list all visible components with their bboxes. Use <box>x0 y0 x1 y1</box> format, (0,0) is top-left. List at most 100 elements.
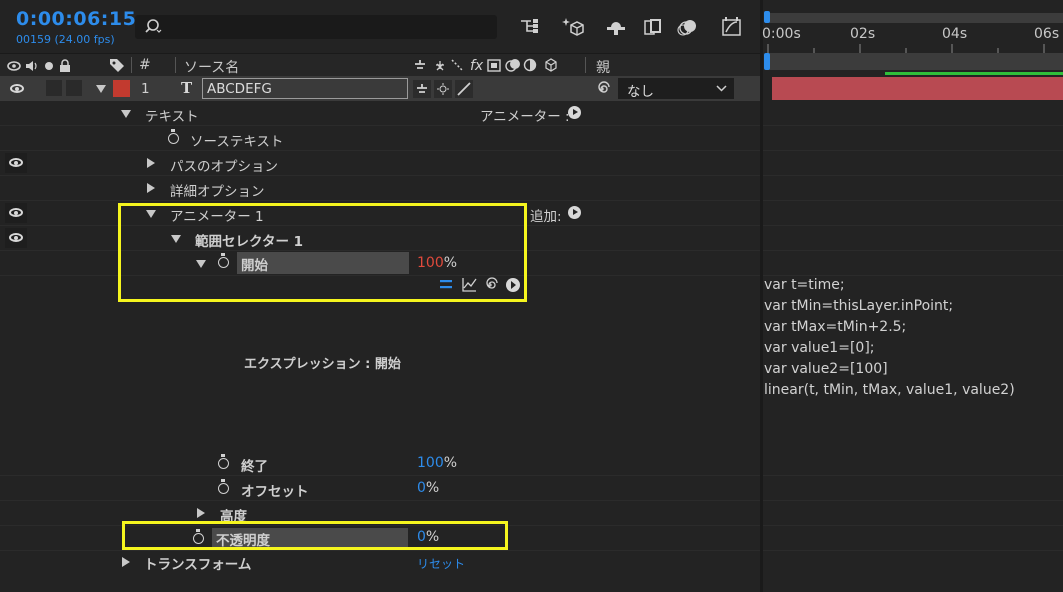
timeline-row <box>763 101 1063 126</box>
expression-line: var value1=[0]; <box>764 340 875 356</box>
highlight-box-opacity <box>122 521 508 550</box>
expression-line: var tMax=tMin+2.5; <box>764 319 907 335</box>
timeline-row <box>763 501 1063 526</box>
column-source-name-header[interactable]: ソース名 <box>184 57 239 77</box>
shy-layers-icon[interactable] <box>604 16 628 38</box>
expression-property-label: エクスプレッション : 開始 <box>244 357 401 372</box>
frame-blending-icon[interactable] <box>642 16 666 38</box>
column-parent-header: 親 <box>596 60 610 76</box>
visibility-eye-icon[interactable] <box>9 158 23 167</box>
parent-pickwhip-icon[interactable] <box>594 81 610 97</box>
svg-text:fx: fx <box>470 58 484 73</box>
animator-menu-label[interactable]: アニメーター : <box>480 105 570 125</box>
property-row <box>0 176 760 201</box>
column-number-header: # <box>139 57 151 73</box>
expand-more-options-icon[interactable] <box>147 183 155 193</box>
label-tag-icon[interactable] <box>108 57 126 73</box>
offset-value-unit: % <box>425 480 440 496</box>
timeline-row <box>763 201 1063 226</box>
motion-blur-icon[interactable] <box>676 16 700 38</box>
time-navigator-bar[interactable] <box>767 13 1063 23</box>
eye-toggle-box[interactable] <box>5 228 27 248</box>
property-row <box>0 451 760 476</box>
more-options-label: 詳細オプション <box>170 184 265 200</box>
layer-switch-icons[interactable] <box>413 80 475 98</box>
timeline-row <box>763 476 1063 501</box>
layer-name-field[interactable]: ABCDEFG <box>202 78 408 99</box>
ruler-label: 02s <box>850 26 876 42</box>
expression-line: var value2=[100] <box>764 361 888 377</box>
layer-search-input[interactable] <box>135 15 497 39</box>
visibility-eye-icon[interactable] <box>9 208 23 217</box>
layer-duration-bar[interactable] <box>772 77 1063 100</box>
expression-line: var t=time; <box>764 277 845 293</box>
work-area-bar[interactable] <box>766 53 1063 70</box>
parent-dropdown-value: なし <box>627 84 654 100</box>
timeline-row <box>763 126 1063 151</box>
end-label: 終了 <box>241 459 268 475</box>
column-separator <box>585 57 586 73</box>
transform-label: トランスフォーム <box>144 557 252 573</box>
timeline-row <box>763 151 1063 176</box>
path-options-label: パスのオプション <box>170 159 278 175</box>
stopwatch-icon[interactable] <box>218 479 229 494</box>
stopwatch-icon[interactable] <box>168 129 179 144</box>
timeline-row <box>763 451 1063 476</box>
work-area-start-handle[interactable] <box>764 53 770 70</box>
offset-label: オフセット <box>241 484 309 500</box>
solo-switch[interactable] <box>46 80 62 96</box>
offset-value-number[interactable]: 0 <box>417 480 426 496</box>
visibility-eye-icon[interactable] <box>10 84 24 93</box>
stopwatch-icon[interactable] <box>218 454 229 469</box>
ruler-label: 06s <box>1034 26 1060 42</box>
column-separator <box>175 57 176 73</box>
layer-switches-header-icons: fx <box>415 58 557 73</box>
eye-toggle-box[interactable] <box>5 153 27 173</box>
end-value-number[interactable]: 100 <box>417 455 444 471</box>
column-separator <box>131 57 132 73</box>
lock-switch[interactable] <box>66 80 82 96</box>
source-text-label: ソーステキスト <box>190 134 284 150</box>
end-value[interactable]: 100% <box>417 455 457 471</box>
expression-line: var tMin=thisLayer.inPoint; <box>764 298 954 314</box>
render-cache-bar <box>885 72 1063 75</box>
draft-3d-icon[interactable] <box>561 16 585 38</box>
graph-editor-icon[interactable] <box>720 16 744 38</box>
property-row <box>0 476 760 501</box>
timeline-row <box>763 526 1063 551</box>
property-row <box>0 126 760 151</box>
composition-flowchart-icon[interactable] <box>518 16 542 38</box>
timeline-row <box>763 251 1063 276</box>
parent-dropdown[interactable]: なし <box>618 78 734 100</box>
eye-toggle-box[interactable] <box>5 203 27 223</box>
timeline-row <box>763 226 1063 251</box>
layer-number: 1 <box>141 81 150 97</box>
add-menu-label[interactable]: 追加: <box>530 205 562 225</box>
ruler-label: 04s <box>942 26 968 42</box>
add-menu-play-icon[interactable] <box>568 206 581 219</box>
current-time-display[interactable]: 0:00:06:15 <box>16 8 136 30</box>
av-feature-switch-icons <box>7 59 70 72</box>
timeline-row <box>763 176 1063 201</box>
text-group-label: テキスト <box>145 109 199 125</box>
expand-path-options-icon[interactable] <box>147 158 155 168</box>
highlight-box-animator <box>118 203 527 302</box>
time-ruler-ticks <box>767 44 1045 53</box>
expression-line: linear(t, tMin, tMax, value1, value2) <box>764 382 1015 398</box>
expand-advanced-icon[interactable] <box>197 508 205 518</box>
expand-layer-triangle-icon[interactable] <box>96 85 106 93</box>
animator-menu-play-icon[interactable] <box>568 106 581 119</box>
reset-link[interactable]: リセット <box>417 555 465 572</box>
expand-transform-icon[interactable] <box>122 557 130 567</box>
ruler-label: 0:00s <box>762 26 801 42</box>
end-value-unit: % <box>443 455 458 471</box>
search-icon[interactable] <box>143 18 163 36</box>
chevron-down-icon <box>716 85 727 92</box>
layer-label-color[interactable] <box>113 80 130 97</box>
offset-value[interactable]: 0% <box>417 480 439 496</box>
frame-rate-info: 00159 (24.00 fps) <box>16 33 115 46</box>
layer-name-text: ABCDEFG <box>207 81 272 97</box>
expand-text-triangle-icon[interactable] <box>121 110 131 118</box>
time-navigator-start-handle[interactable] <box>764 11 770 23</box>
visibility-eye-icon[interactable] <box>9 233 23 242</box>
